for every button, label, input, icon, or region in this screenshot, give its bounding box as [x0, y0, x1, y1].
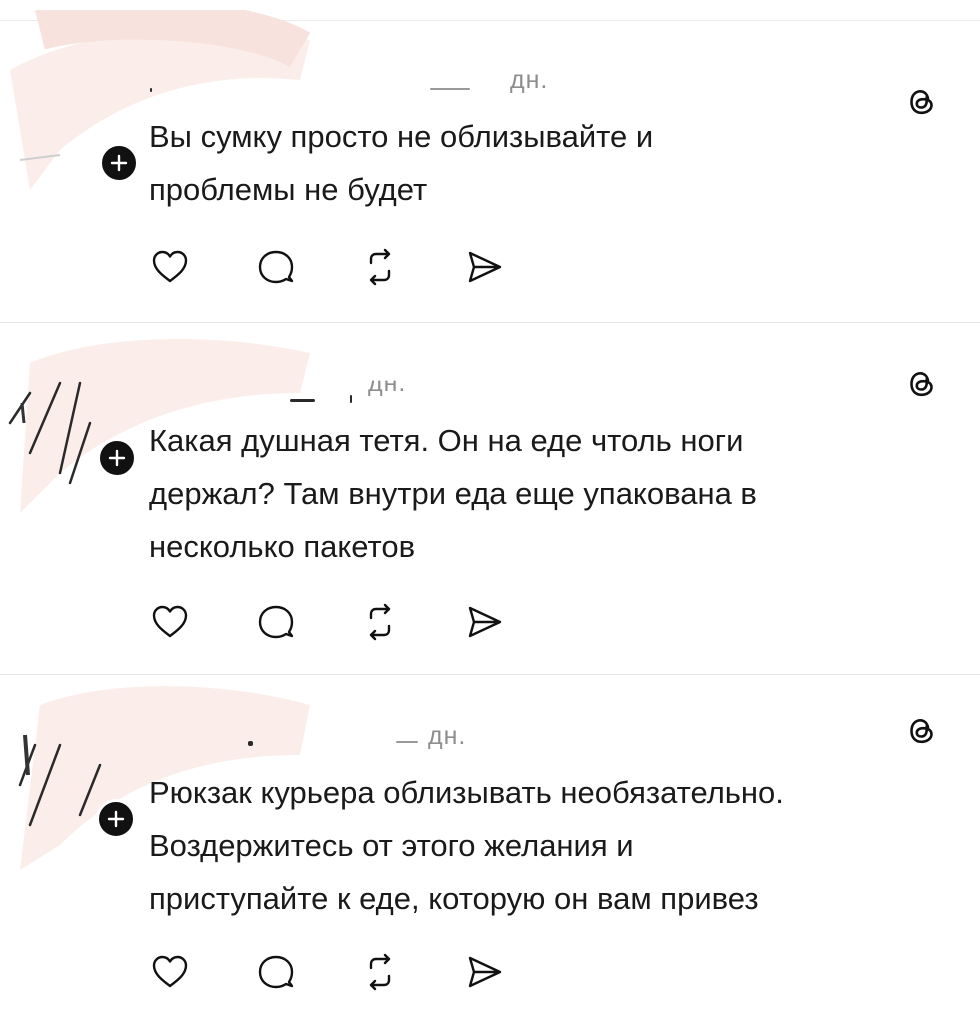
username-redacted: [150, 88, 152, 92]
post-text-line: держал? Там внутри еда еще упакована в: [149, 476, 757, 511]
post-text: Вы сумку просто не облизывайте и проблем…: [149, 110, 949, 216]
like-button[interactable]: [148, 600, 192, 644]
follow-plus-button[interactable]: [97, 438, 137, 478]
send-icon: [468, 606, 502, 638]
post-text-line: Рюкзак курьера облизывать необязательно.: [149, 775, 784, 810]
repost-icon: [369, 248, 391, 286]
repost-icon: [369, 603, 391, 641]
post-text: Рюкзак курьера облизывать необязательно.…: [149, 766, 949, 925]
comment-icon: [258, 605, 294, 639]
plus-icon: [108, 449, 126, 467]
reply-button[interactable]: [254, 245, 298, 289]
username-redacted: [248, 741, 253, 746]
post-text-line: приступайте к еде, которую он вам привез: [149, 881, 759, 916]
like-button[interactable]: [148, 245, 192, 289]
username-redacted: [350, 395, 352, 403]
follow-plus-button[interactable]: [96, 799, 136, 839]
heart-icon: [152, 605, 188, 638]
plus-icon: [110, 154, 128, 172]
username-redacted: [290, 399, 315, 402]
post-text-line: Вы сумку просто не облизывайте и: [149, 119, 654, 154]
threads-icon[interactable]: [906, 715, 938, 747]
action-bar: [148, 600, 528, 644]
plus-icon: [107, 810, 125, 828]
heart-icon: [152, 955, 188, 988]
send-icon: [468, 251, 502, 283]
action-bar: [148, 950, 528, 994]
threads-icon[interactable]: [906, 368, 938, 400]
comment-icon: [258, 955, 294, 989]
send-icon: [468, 956, 502, 988]
share-button[interactable]: [462, 600, 506, 644]
username-redacted: [396, 741, 418, 743]
repost-button[interactable]: [358, 600, 402, 644]
post-3: дн. Рюкзак курьера облизывать необязател…: [0, 675, 980, 1024]
post-text-line: несколько пакетов: [149, 529, 416, 564]
post-time: дн.: [510, 66, 549, 94]
share-button[interactable]: [462, 245, 506, 289]
post-text-line: Воздержитесь от этого желания и: [149, 828, 634, 863]
repost-button[interactable]: [358, 245, 402, 289]
reply-button[interactable]: [254, 600, 298, 644]
post-time: дн.: [428, 722, 467, 750]
username-redacted: [430, 88, 470, 90]
heart-icon: [152, 250, 188, 283]
post-1: дн. Вы сумку просто не облизывайте и про…: [0, 0, 980, 322]
post-2: дн. Какая душная тетя. Он на еде чтоль н…: [0, 323, 980, 674]
post-text-line: проблемы не будет: [149, 172, 428, 207]
post-time: дн.: [368, 369, 407, 397]
post-text: Какая душная тетя. Он на еде чтоль ноги …: [149, 414, 949, 573]
post-text-line: Какая душная тетя. Он на еде чтоль ноги: [149, 423, 744, 458]
follow-plus-button[interactable]: [99, 143, 139, 183]
share-button[interactable]: [462, 950, 506, 994]
repost-icon: [369, 953, 391, 991]
like-button[interactable]: [148, 950, 192, 994]
action-bar: [148, 245, 528, 289]
reply-button[interactable]: [254, 950, 298, 994]
repost-button[interactable]: [358, 950, 402, 994]
comment-icon: [258, 250, 294, 284]
